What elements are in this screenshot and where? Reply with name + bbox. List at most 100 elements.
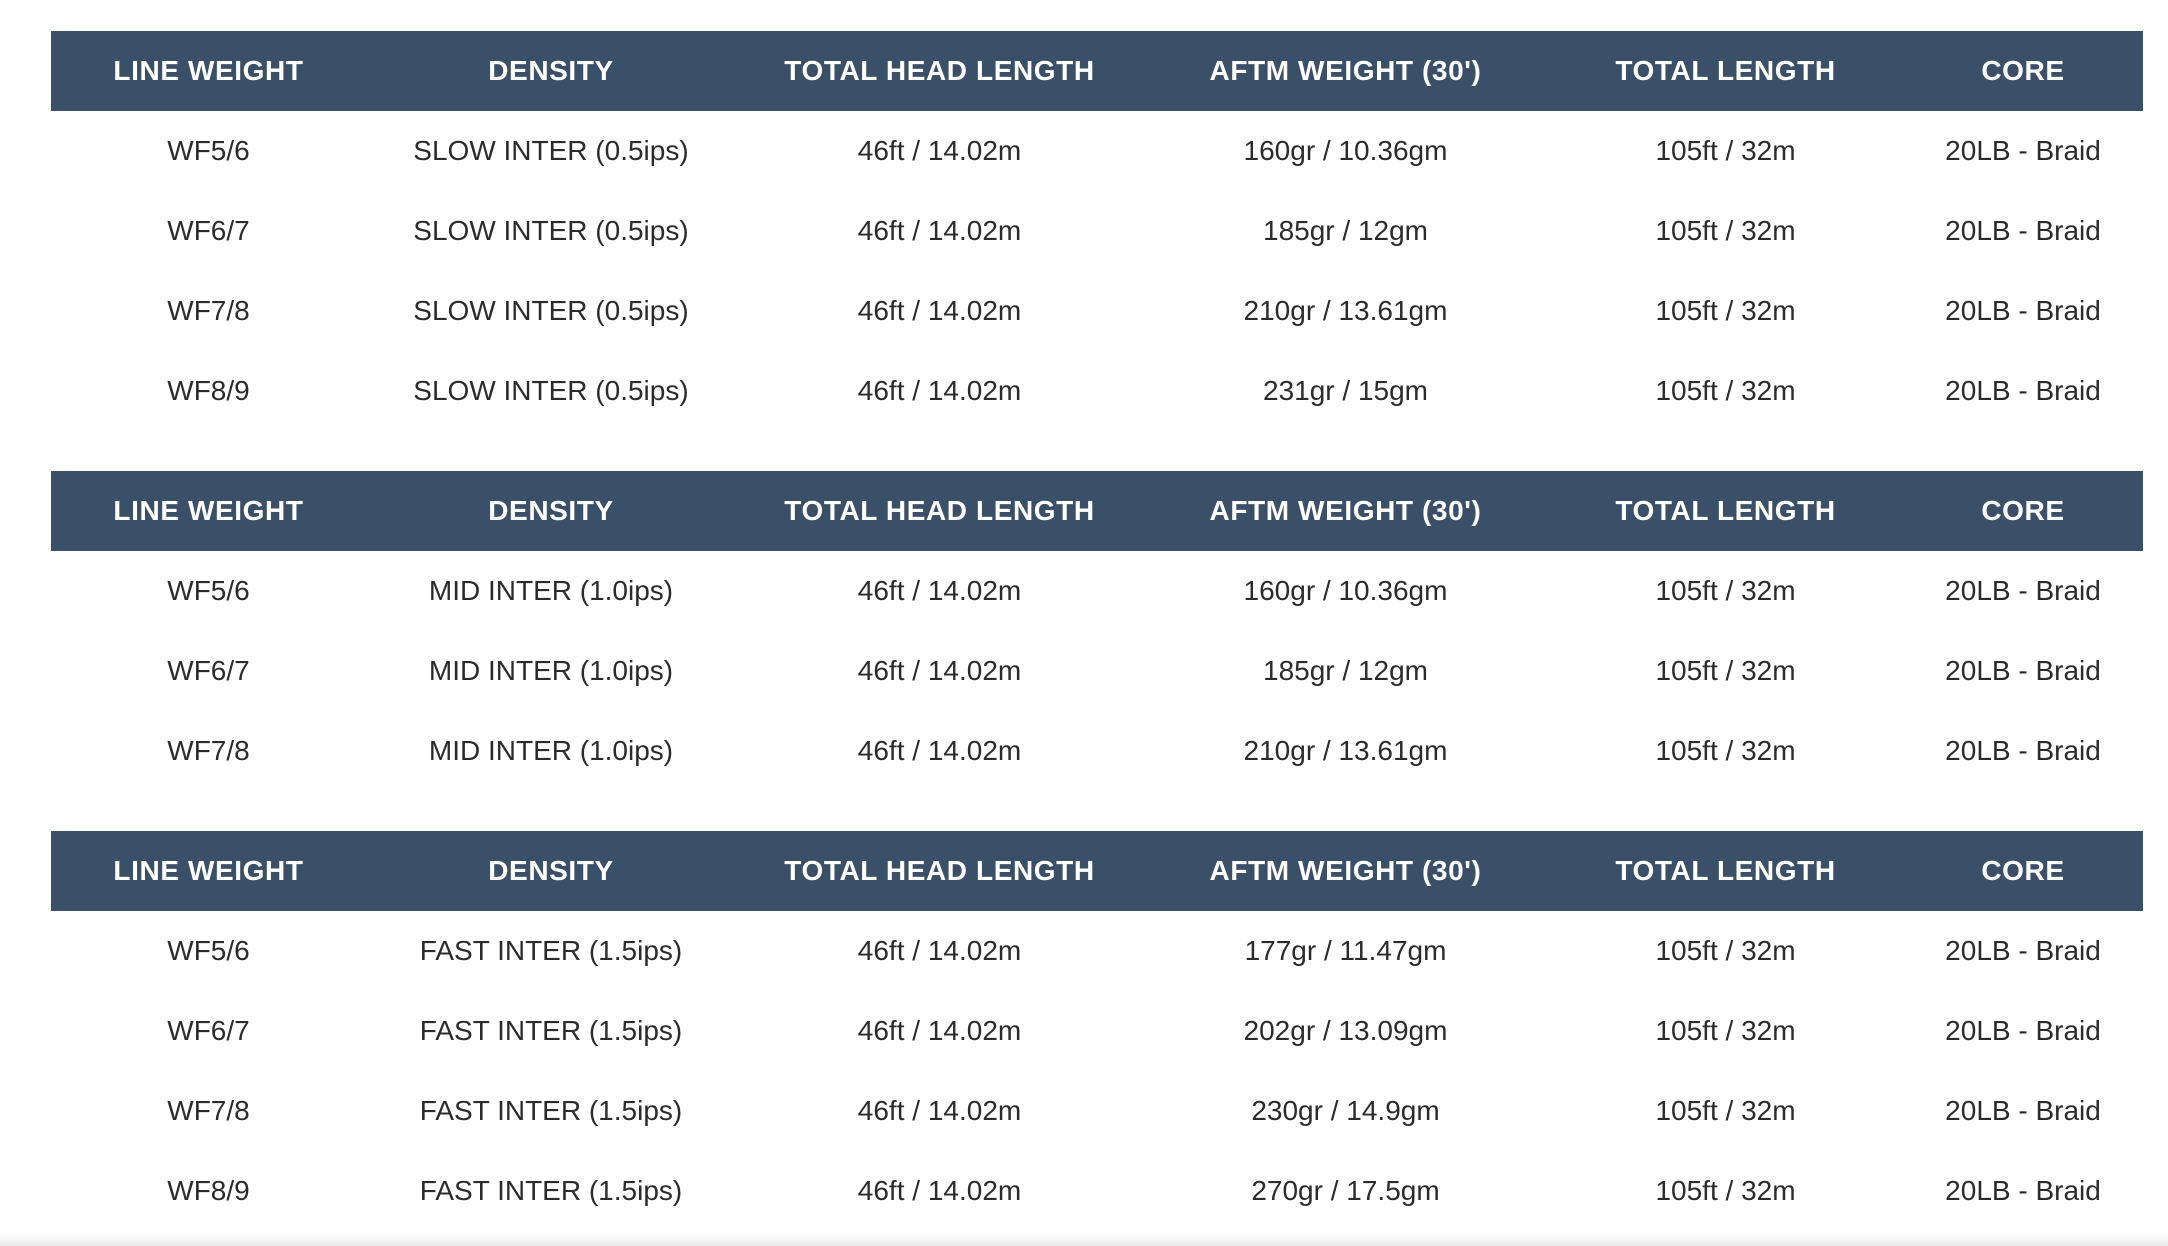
cell-line-weight: WF5/6 <box>167 135 250 166</box>
cell-line-weight: WF7/8 <box>167 735 250 766</box>
cell-core: 20LB - Braid <box>1945 935 2101 966</box>
cell-aftm-weight: 185gr / 12gm <box>1263 215 1428 246</box>
table-row: WF7/8 FAST INTER (1.5ips) 46ft / 14.02m … <box>51 1071 2143 1151</box>
header-total-head-length: TOTAL HEAD LENGTH <box>784 855 1095 886</box>
spec-table-slow-inter: LINE WEIGHT DENSITY TOTAL HEAD LENGTH AF… <box>51 31 2143 431</box>
cell-core: 20LB - Braid <box>1945 575 2101 606</box>
header-density: DENSITY <box>488 495 614 526</box>
spec-table-fast-inter: LINE WEIGHT DENSITY TOTAL HEAD LENGTH AF… <box>51 831 2143 1231</box>
header-core: CORE <box>1981 495 2065 526</box>
cell-total-head-length: 46ft / 14.02m <box>857 935 1022 966</box>
table-row: WF7/8 MID INTER (1.0ips) 46ft / 14.02m 2… <box>51 711 2143 791</box>
table-row: WF5/6 FAST INTER (1.5ips) 46ft / 14.02m … <box>51 911 2143 991</box>
cell-core: 20LB - Braid <box>1945 215 2101 246</box>
header-total-length: TOTAL LENGTH <box>1615 855 1836 886</box>
table-header-row: LINE WEIGHT DENSITY TOTAL HEAD LENGTH AF… <box>51 831 2143 911</box>
table-row: WF6/7 FAST INTER (1.5ips) 46ft / 14.02m … <box>51 991 2143 1071</box>
cell-density: SLOW INTER (0.5ips) <box>413 135 689 166</box>
header-aftm-weight: AFTM WEIGHT (30') <box>1209 55 1482 86</box>
table-row: WF6/7 MID INTER (1.0ips) 46ft / 14.02m 1… <box>51 631 2143 711</box>
cell-total-head-length: 46ft / 14.02m <box>857 215 1022 246</box>
header-density: DENSITY <box>488 55 614 86</box>
header-density: DENSITY <box>488 855 614 886</box>
cell-line-weight: WF8/9 <box>167 1175 250 1206</box>
table-header-row: LINE WEIGHT DENSITY TOTAL HEAD LENGTH AF… <box>51 31 2143 111</box>
cell-total-length: 105ft / 32m <box>1655 735 1796 766</box>
header-total-head-length: TOTAL HEAD LENGTH <box>784 495 1095 526</box>
cell-core: 20LB - Braid <box>1945 295 2101 326</box>
cell-total-head-length: 46ft / 14.02m <box>857 295 1022 326</box>
table-row: WF6/7 SLOW INTER (0.5ips) 46ft / 14.02m … <box>51 191 2143 271</box>
cell-density: SLOW INTER (0.5ips) <box>413 375 689 406</box>
header-line-weight: LINE WEIGHT <box>113 855 304 886</box>
cell-core: 20LB - Braid <box>1945 135 2101 166</box>
cell-core: 20LB - Braid <box>1945 1175 2101 1206</box>
cell-total-length: 105ft / 32m <box>1655 1095 1796 1126</box>
cell-total-head-length: 46ft / 14.02m <box>857 1095 1022 1126</box>
table-row: WF8/9 SLOW INTER (0.5ips) 46ft / 14.02m … <box>51 351 2143 431</box>
cell-density: MID INTER (1.0ips) <box>428 655 674 686</box>
header-total-head-length: TOTAL HEAD LENGTH <box>784 55 1095 86</box>
cell-density: SLOW INTER (0.5ips) <box>413 215 689 246</box>
header-core: CORE <box>1981 855 2065 886</box>
cell-density: FAST INTER (1.5ips) <box>419 1015 683 1046</box>
cell-aftm-weight: 231gr / 15gm <box>1263 375 1428 406</box>
cell-line-weight: WF5/6 <box>167 575 250 606</box>
cell-total-length: 105ft / 32m <box>1655 215 1796 246</box>
header-total-length: TOTAL LENGTH <box>1615 55 1836 86</box>
spec-table-mid-inter: LINE WEIGHT DENSITY TOTAL HEAD LENGTH AF… <box>51 471 2143 791</box>
cell-core: 20LB - Braid <box>1945 1015 2101 1046</box>
cell-total-length: 105ft / 32m <box>1655 655 1796 686</box>
cell-total-length: 105ft / 32m <box>1655 575 1796 606</box>
cell-aftm-weight: 210gr / 13.61gm <box>1243 295 1448 326</box>
cell-total-length: 105ft / 32m <box>1655 135 1796 166</box>
cell-aftm-weight: 210gr / 13.61gm <box>1243 735 1448 766</box>
cell-line-weight: WF7/8 <box>167 295 250 326</box>
cell-core: 20LB - Braid <box>1945 375 2101 406</box>
cell-total-head-length: 46ft / 14.02m <box>857 735 1022 766</box>
cell-core: 20LB - Braid <box>1945 735 2101 766</box>
header-aftm-weight: AFTM WEIGHT (30') <box>1209 855 1482 886</box>
table-row: WF7/8 SLOW INTER (0.5ips) 46ft / 14.02m … <box>51 271 2143 351</box>
cell-aftm-weight: 160gr / 10.36gm <box>1243 575 1448 606</box>
cell-density: SLOW INTER (0.5ips) <box>413 295 689 326</box>
cell-total-length: 105ft / 32m <box>1655 935 1796 966</box>
cell-total-head-length: 46ft / 14.02m <box>857 1015 1022 1046</box>
cell-density: FAST INTER (1.5ips) <box>419 935 683 966</box>
header-core: CORE <box>1981 55 2065 86</box>
cell-density: MID INTER (1.0ips) <box>428 575 674 606</box>
cell-aftm-weight: 202gr / 13.09gm <box>1243 1015 1448 1046</box>
cell-aftm-weight: 270gr / 17.5gm <box>1251 1175 1440 1206</box>
cell-line-weight: WF8/9 <box>167 375 250 406</box>
table-row: WF8/9 FAST INTER (1.5ips) 46ft / 14.02m … <box>51 1151 2143 1231</box>
header-line-weight: LINE WEIGHT <box>113 495 304 526</box>
cell-total-length: 105ft / 32m <box>1655 375 1796 406</box>
cell-total-length: 105ft / 32m <box>1655 1015 1796 1046</box>
cell-line-weight: WF6/7 <box>167 1015 250 1046</box>
table-header-row: LINE WEIGHT DENSITY TOTAL HEAD LENGTH AF… <box>51 471 2143 551</box>
header-total-length: TOTAL LENGTH <box>1615 495 1836 526</box>
cell-line-weight: WF6/7 <box>167 215 250 246</box>
cell-aftm-weight: 230gr / 14.9gm <box>1251 1095 1440 1126</box>
table-row: WF5/6 MID INTER (1.0ips) 46ft / 14.02m 1… <box>51 551 2143 631</box>
cell-core: 20LB - Braid <box>1945 655 2101 686</box>
cell-total-head-length: 46ft / 14.02m <box>857 135 1022 166</box>
cell-aftm-weight: 185gr / 12gm <box>1263 655 1428 686</box>
cell-total-head-length: 46ft / 14.02m <box>857 1175 1022 1206</box>
cell-total-head-length: 46ft / 14.02m <box>857 655 1022 686</box>
cell-density: FAST INTER (1.5ips) <box>419 1175 683 1206</box>
cell-line-weight: WF5/6 <box>167 935 250 966</box>
cell-density: FAST INTER (1.5ips) <box>419 1095 683 1126</box>
cell-line-weight: WF6/7 <box>167 655 250 686</box>
bottom-scroll-shadow <box>0 1232 2168 1246</box>
cell-core: 20LB - Braid <box>1945 1095 2101 1126</box>
cell-total-head-length: 46ft / 14.02m <box>857 375 1022 406</box>
table-row: WF5/6 SLOW INTER (0.5ips) 46ft / 14.02m … <box>51 111 2143 191</box>
cell-aftm-weight: 160gr / 10.36gm <box>1243 135 1448 166</box>
cell-line-weight: WF7/8 <box>167 1095 250 1126</box>
header-aftm-weight: AFTM WEIGHT (30') <box>1209 495 1482 526</box>
cell-total-length: 105ft / 32m <box>1655 1175 1796 1206</box>
cell-aftm-weight: 177gr / 11.47gm <box>1244 935 1447 966</box>
cell-total-length: 105ft / 32m <box>1655 295 1796 326</box>
cell-total-head-length: 46ft / 14.02m <box>857 575 1022 606</box>
